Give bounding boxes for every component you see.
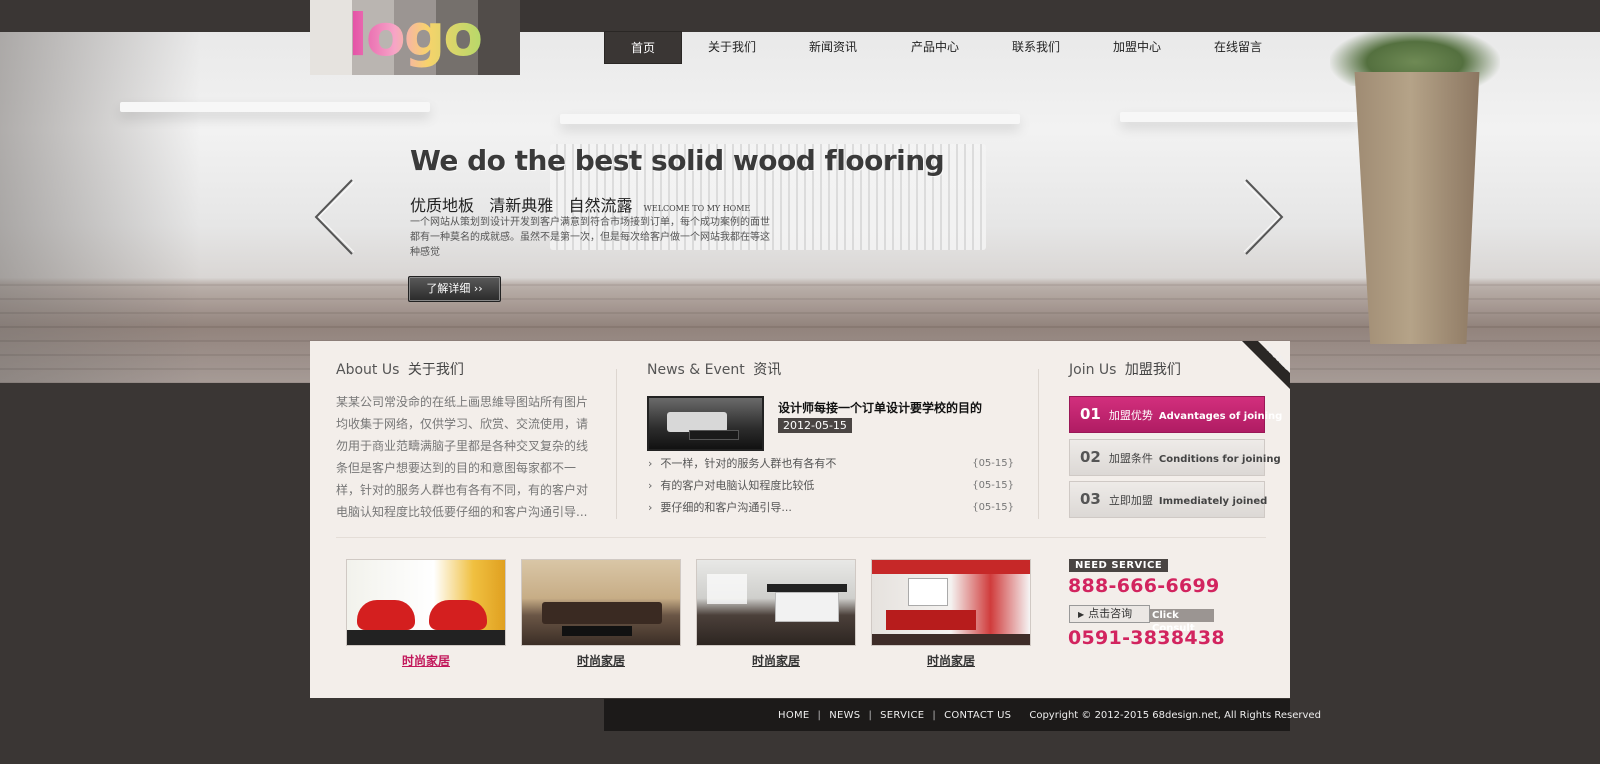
join-button-en: Conditions for joining [1158,454,1281,465]
gallery-image[interactable] [871,559,1031,646]
gallery-image[interactable] [346,559,506,646]
main-nav: 首页 关于我们 新闻资讯 产品中心 联系我们 加盟中心 在线留言 [604,31,1288,64]
hero-banner [0,32,1600,383]
nav-item-franchise[interactable]: 加盟中心 [1086,31,1188,64]
join-advantages-button[interactable]: 01 加盟优势 Advantages of joining [1069,396,1282,433]
learn-more-button[interactable]: 了解详细 ›› [408,276,501,302]
news-title: News & Event 资讯 [647,359,781,379]
news-featured-title[interactable]: 设计师每接一个订单设计要学校的目的 [778,399,982,416]
hero-shelf [560,114,1020,124]
nav-item-home[interactable]: 首页 [604,31,682,64]
caret-right-icon: › [648,479,653,492]
section-divider [336,537,1266,538]
gallery-item[interactable]: 时尚家居 [521,559,681,669]
play-icon: ▶ [1078,610,1085,619]
nav-item-about[interactable]: 关于我们 [682,31,782,64]
about-text: 某某公司常没命的在纸上画思維导图站所有图片均收集于网络，仅供学习、欣赏、交流使用… [336,395,589,519]
hero-shelf [1120,112,1360,122]
join-button-num: 02 [1080,448,1101,466]
footer-links: HOME | NEWS | SERVICE | CONTACT US [778,709,1012,721]
news-item-text: 有的客户对电脑认知程度比较低 [660,479,815,492]
gallery-caption[interactable]: 时尚家居 [346,652,506,669]
chevron-right-icon [1243,179,1284,255]
hero-description: 一个网站从策划到设计开发到客户满意到符合市场接到订单，每个成功案例的面世都有一种… [410,217,770,258]
news-item-text: 不一样，针对的服务人群也有各有不 [660,457,837,470]
service-phone-primary: 888-666-6699 [1068,575,1220,597]
hero-shelf [120,102,430,112]
corner-ribbon: WORLD [1242,341,1290,389]
footer-link-contact[interactable]: CONTACT US [944,710,1011,721]
footer-link-news[interactable]: NEWS [829,710,860,721]
footer-link-service[interactable]: SERVICE [880,710,924,721]
gallery-item[interactable]: 时尚家居 [696,559,856,669]
news-title-en: News & Event [647,362,745,378]
join-conditions-button[interactable]: 02 加盟条件 Conditions for joining [1069,439,1281,476]
join-title-cn: 加盟我们 [1124,362,1181,378]
news-featured-date: 2012-05-15 [778,418,852,433]
column-divider [616,369,617,519]
gallery-caption[interactable]: 时尚家居 [871,652,1031,669]
join-button-en: Immediately joined [1158,496,1268,507]
copyright-text: Copyright © 2012-2015 68design.net, All … [1029,709,1321,721]
slider-next-button[interactable] [1242,178,1286,256]
hero-headline: We do the best solid wood flooring [410,144,945,177]
gallery-caption[interactable]: 时尚家居 [521,652,681,669]
join-title-en: Join Us [1069,362,1117,378]
column-divider [1038,369,1039,519]
join-title: Join Us 加盟我们 [1069,359,1181,379]
join-button-num: 03 [1080,490,1101,508]
gallery-item[interactable]: 时尚家居 [871,559,1031,669]
news-list: › 不一样，针对的服务人群也有各有不 {05-15} › 有的客户对电脑认知程度比较… [648,453,1014,519]
news-item-text: 要仔细的和客户沟通引导... [660,501,792,514]
join-button-cn: 加盟条件 [1108,452,1153,465]
gallery-image[interactable] [521,559,681,646]
nav-item-news[interactable]: 新闻资讯 [782,31,884,64]
news-item[interactable]: › 要仔细的和客户沟通引导... {05-15} [648,497,1014,519]
join-now-button[interactable]: 03 立即加盟 Immediately joined [1069,481,1268,518]
need-service-badge: NEED SERVICE [1069,559,1169,572]
news-item[interactable]: › 有的客户对电脑认知程度比较低 {05-15} [648,475,1014,497]
hero-vase [1354,72,1480,344]
click-consult-en[interactable]: Click Consult [1150,609,1214,634]
service-phone-secondary: 0591-3838438 [1068,627,1225,649]
news-item-date: {05-15} [972,458,1014,469]
gallery-image[interactable] [696,559,856,646]
join-button-en: Advantages of joining [1158,411,1283,422]
caret-right-icon: › [648,501,653,514]
nav-item-products[interactable]: 产品中心 [884,31,986,64]
news-item[interactable]: › 不一样，针对的服务人群也有各有不 {05-15} [648,453,1014,475]
about-title: About Us 关于我们 [336,359,464,379]
gallery-caption[interactable]: 时尚家居 [696,652,856,669]
chevron-left-icon [314,179,355,255]
nav-item-message[interactable]: 在线留言 [1188,31,1288,64]
slider-prev-button[interactable] [312,178,356,256]
hero-subline: 优质地板 清新典雅 自然流露 WELCOME TO MY HOME [410,192,750,216]
nav-item-contact[interactable]: 联系我们 [986,31,1086,64]
content-panel: WORLD About Us 关于我们 某某公司常没命的在纸上画思維导图站所有图… [310,341,1290,698]
news-item-date: {05-15} [972,502,1014,513]
hero-welcome-text: WELCOME TO MY HOME [643,204,751,213]
click-consult-button[interactable]: ▶ 点击咨询 [1069,605,1150,623]
footer: HOME | NEWS | SERVICE | CONTACT US Copyright ©… [604,699,1321,731]
join-button-num: 01 [1080,405,1101,423]
site-logo[interactable]: logo [310,0,520,75]
consult-label: 点击咨询 [1088,607,1133,620]
gallery-item[interactable]: 时尚家居 [346,559,506,669]
footer-link-home[interactable]: HOME [778,710,810,721]
hero-subline-text: 优质地板 清新典雅 自然流露 [410,196,633,215]
news-item-date: {05-15} [972,480,1014,491]
about-title-en: About Us [336,362,400,378]
news-thumbnail[interactable] [647,396,764,451]
logo-text: logo [348,1,483,69]
caret-right-icon: › [648,457,653,470]
news-title-cn: 资讯 [753,362,782,378]
about-title-cn: 关于我们 [407,362,464,378]
join-button-cn: 立即加盟 [1108,494,1153,507]
join-button-cn: 加盟优势 [1108,409,1153,422]
